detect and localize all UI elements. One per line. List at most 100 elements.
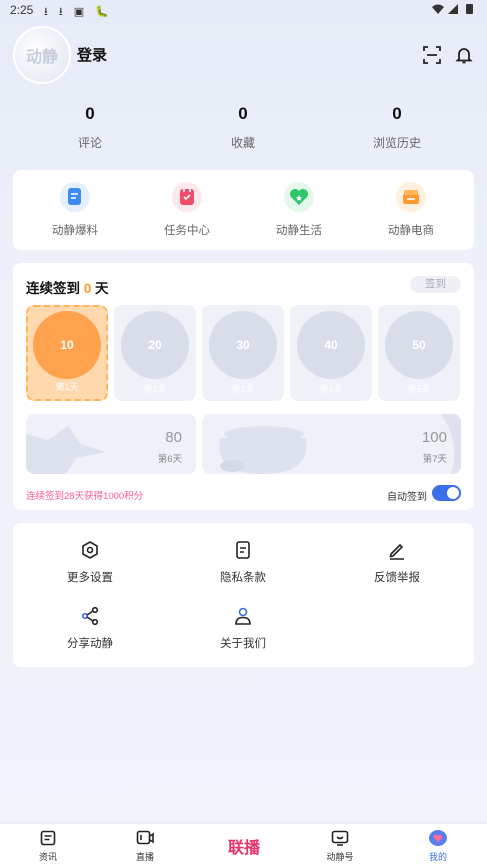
tab-label: 直播 <box>135 852 154 862</box>
user-icon <box>232 605 254 627</box>
quick-item-label: 动静爆料 <box>52 225 98 237</box>
settings-item-privacy[interactable]: 隐私条款 <box>188 539 298 585</box>
quick-item-task-center[interactable]: 任务中心 <box>137 182 237 238</box>
auto-checkin-label: 自动签到 <box>387 492 427 503</box>
settings-item-label: 分享动静 <box>67 638 113 650</box>
settings-item-label: 隐私条款 <box>220 572 266 584</box>
bottom-tab-bar: 资讯 直播 联播 动静号 我的 <box>0 823 487 867</box>
tab-label: 资讯 <box>38 852 57 862</box>
day-points: 50 <box>412 338 426 352</box>
quick-item-tipoff[interactable]: 动静爆料 <box>25 182 125 238</box>
quick-item-label: 任务中心 <box>164 225 210 237</box>
tab-label: 我的 <box>428 852 447 862</box>
settings-item-label: 反馈举报 <box>374 572 420 584</box>
shop-icon <box>396 182 426 212</box>
checkin-days-count: 0 <box>83 281 92 296</box>
tab-mine[interactable]: 我的 <box>398 828 478 863</box>
day-label: 第4天 <box>319 384 343 394</box>
settings-item-more[interactable]: 更多设置 <box>35 539 145 585</box>
toggle-knob <box>447 487 459 499</box>
stats-row: 0 评论 0 收藏 0 浏览历史 <box>0 104 487 154</box>
tv-icon <box>330 828 350 848</box>
settings-item-label: 更多设置 <box>67 572 113 584</box>
stat-label: 评论 <box>77 136 102 150</box>
quick-item-label: 动静电商 <box>388 225 434 237</box>
day-points: 20 <box>148 338 162 352</box>
checkin-card: 连续签到 0 天 签到 10 第1天 20 第2天 30 第3天 40 第4天 … <box>13 263 474 510</box>
settings-item-about[interactable]: 关于我们 <box>188 605 298 651</box>
coin-icon: 30 <box>209 311 277 379</box>
avatar[interactable]: 动静 <box>13 26 71 84</box>
checkin-note: 连续签到28天获得1000积分 <box>26 491 144 502</box>
document-icon <box>232 539 254 561</box>
quick-item-ecommerce[interactable]: 动静电商 <box>361 182 461 238</box>
tipoff-icon <box>60 182 90 212</box>
status-time: 2:25 <box>10 3 34 17</box>
settings-item-label: 关于我们 <box>220 638 266 650</box>
login-link[interactable]: 登录 <box>77 44 107 65</box>
tab-live[interactable]: 直播 <box>105 828 185 863</box>
live-icon <box>135 828 155 848</box>
auto-checkin-toggle[interactable] <box>432 485 461 501</box>
settings-item-feedback[interactable]: 反馈举报 <box>342 539 452 585</box>
checkin-button[interactable]: 签到 <box>410 276 461 293</box>
stat-label: 收藏 <box>230 136 255 150</box>
day-points: 40 <box>324 338 338 352</box>
gear-icon <box>79 539 101 561</box>
avatar-text: 动静 <box>25 49 58 66</box>
status-system-icons <box>431 3 477 18</box>
coin-icon: 20 <box>121 311 189 379</box>
checkin-day-5[interactable]: 50 第5天 <box>378 305 460 401</box>
day-label: 第6天 <box>157 454 182 465</box>
day-points: 100 <box>421 429 447 446</box>
tab-label: 动静号 <box>326 852 354 862</box>
scan-icon[interactable] <box>421 44 443 66</box>
day-label: 第2天 <box>143 384 167 394</box>
coin-icon: 10 <box>33 311 101 379</box>
day-label: 第3天 <box>231 384 255 394</box>
day-points: 10 <box>60 338 74 352</box>
share-icon <box>79 605 101 627</box>
checkin-title: 连续签到 0 天 <box>26 277 109 297</box>
status-notification-icons: ⭳ ⭳ ▣ 🐛 <box>44 6 113 18</box>
day-points: 80 <box>165 429 182 446</box>
quick-item-label: 动静生活 <box>276 225 322 237</box>
checkin-day-4[interactable]: 40 第4天 <box>290 305 372 401</box>
coin-icon: 40 <box>297 311 365 379</box>
stat-value: 0 <box>85 104 95 123</box>
checkin-day-7[interactable]: 100 第7天 <box>202 414 461 474</box>
day-label: 第1天 <box>55 382 79 392</box>
checkin-day-6[interactable]: 80 第6天 <box>26 414 196 474</box>
stat-favorites[interactable]: 0 收藏 <box>183 104 303 151</box>
day-points: 30 <box>236 338 250 352</box>
day-label: 第5天 <box>407 384 431 394</box>
quick-entries-card: 动静爆料 任务中心 动静生活 动静电商 <box>13 170 474 250</box>
stat-value: 0 <box>392 104 402 123</box>
mine-icon <box>428 828 448 848</box>
tab-lianbo[interactable]: 联播 <box>215 834 273 857</box>
day-label: 第7天 <box>422 454 447 465</box>
news-icon <box>38 828 58 848</box>
pencil-icon <box>386 539 408 561</box>
settings-item-share[interactable]: 分享动静 <box>35 605 145 651</box>
checkin-day-1[interactable]: 10 第1天 <box>26 305 108 401</box>
checkin-day-3[interactable]: 30 第3天 <box>202 305 284 401</box>
status-bar: 2:25 ⭳ ⭳ ▣ 🐛 <box>0 0 487 22</box>
stat-history[interactable]: 0 浏览历史 <box>337 104 457 151</box>
checkin-title-prefix: 连续签到 <box>26 281 80 296</box>
profile-header: 动静 登录 <box>0 24 487 88</box>
coin-icon: 50 <box>385 311 453 379</box>
bell-icon[interactable] <box>453 44 475 66</box>
checkin-day-2[interactable]: 20 第2天 <box>114 305 196 401</box>
tab-news[interactable]: 资讯 <box>8 828 88 863</box>
heart-icon <box>284 182 314 212</box>
stat-value: 0 <box>238 104 248 123</box>
treasure-pot-icon <box>219 426 307 474</box>
quick-item-life[interactable]: 动静生活 <box>249 182 349 238</box>
stat-comments[interactable]: 0 评论 <box>30 104 150 151</box>
settings-card: 更多设置 隐私条款 反馈举报 分享动静 关于我们 <box>13 523 474 667</box>
star-icon <box>26 426 106 474</box>
tab-dongjing-hao[interactable]: 动静号 <box>300 828 380 863</box>
stat-label: 浏览历史 <box>372 136 421 150</box>
task-center-icon <box>172 182 202 212</box>
